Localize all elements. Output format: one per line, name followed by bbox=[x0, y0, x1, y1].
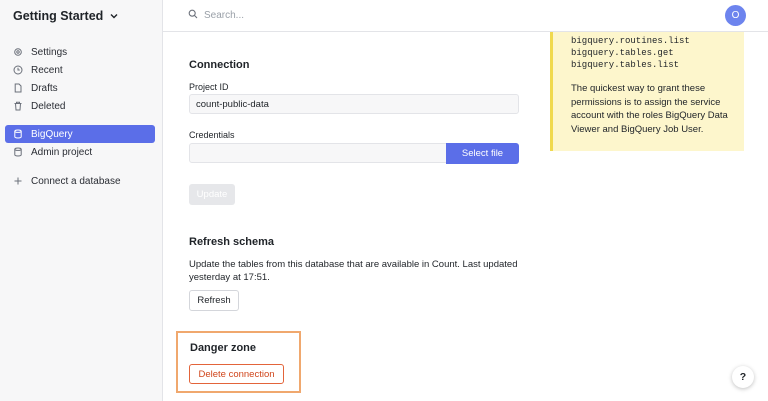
sidebar-item-settings[interactable]: Settings bbox=[5, 43, 155, 61]
avatar[interactable]: O bbox=[725, 5, 746, 26]
sidebar-item-label: Drafts bbox=[31, 82, 58, 94]
sidebar-item-label: Connect a database bbox=[31, 175, 121, 187]
sidebar: Getting Started Settings Recent Drafts D… bbox=[0, 0, 163, 401]
delete-connection-button[interactable]: Delete connection bbox=[189, 364, 284, 384]
search-icon bbox=[188, 9, 198, 22]
permissions-note-text: The quickest way to grant these permissi… bbox=[571, 83, 728, 135]
sidebar-item-label: Deleted bbox=[31, 100, 66, 112]
connect-database-button[interactable]: Connect a database bbox=[5, 172, 155, 190]
sidebar-item-label: BigQuery bbox=[31, 128, 73, 140]
sidebar-item-recent[interactable]: Recent bbox=[5, 61, 155, 79]
sidebar-item-bigquery[interactable]: BigQuery bbox=[5, 125, 155, 143]
refresh-button[interactable]: Refresh bbox=[189, 290, 239, 311]
credentials-input[interactable] bbox=[189, 143, 447, 163]
topbar: O bbox=[163, 0, 768, 32]
connection-title: Connection bbox=[189, 59, 250, 71]
sidebar-item-label: Admin project bbox=[31, 146, 93, 158]
search-input[interactable] bbox=[204, 10, 504, 21]
document-icon bbox=[13, 83, 23, 93]
sidebar-item-label: Settings bbox=[31, 46, 68, 58]
workspace-name: Getting Started bbox=[13, 9, 104, 23]
credentials-label: Credentials bbox=[189, 130, 235, 140]
code-line: bigquery.tables.get bbox=[571, 48, 674, 58]
database-icon bbox=[13, 129, 23, 139]
sidebar-item-drafts[interactable]: Drafts bbox=[5, 79, 155, 97]
gear-icon bbox=[13, 47, 23, 57]
project-id-label: Project ID bbox=[189, 82, 229, 92]
permissions-note: bigquery.routines.list bigquery.tables.g… bbox=[550, 32, 744, 151]
danger-zone: Danger zone Delete connection bbox=[176, 331, 301, 393]
chevron-down-icon bbox=[108, 10, 120, 22]
sidebar-connections-nav: BigQuery Admin project bbox=[5, 125, 155, 161]
trash-icon bbox=[13, 101, 23, 111]
main-content: Connection Project ID Credentials Select… bbox=[163, 32, 768, 401]
project-id-input[interactable] bbox=[189, 94, 519, 114]
update-button[interactable]: Update bbox=[189, 184, 235, 205]
refresh-schema-description: Update the tables from this database tha… bbox=[189, 259, 518, 283]
select-file-button[interactable]: Select file bbox=[446, 143, 519, 164]
clock-icon bbox=[13, 65, 23, 75]
sidebar-item-deleted[interactable]: Deleted bbox=[5, 97, 155, 115]
workspace-switcher[interactable]: Getting Started bbox=[13, 9, 120, 23]
code-line: bigquery.tables.list bbox=[571, 60, 680, 70]
plus-icon bbox=[13, 176, 23, 186]
sidebar-add-nav: Connect a database bbox=[5, 172, 155, 190]
code-line: bigquery.routines.list bbox=[571, 36, 690, 46]
help-button[interactable]: ? bbox=[732, 366, 754, 388]
search-bar bbox=[188, 9, 504, 22]
database-icon bbox=[13, 147, 23, 157]
sidebar-item-admin-project[interactable]: Admin project bbox=[5, 143, 155, 161]
danger-zone-title: Danger zone bbox=[190, 342, 257, 354]
sidebar-item-label: Recent bbox=[31, 64, 63, 76]
sidebar-primary-nav: Settings Recent Drafts Deleted bbox=[5, 43, 155, 115]
refresh-schema-title: Refresh schema bbox=[189, 236, 274, 248]
